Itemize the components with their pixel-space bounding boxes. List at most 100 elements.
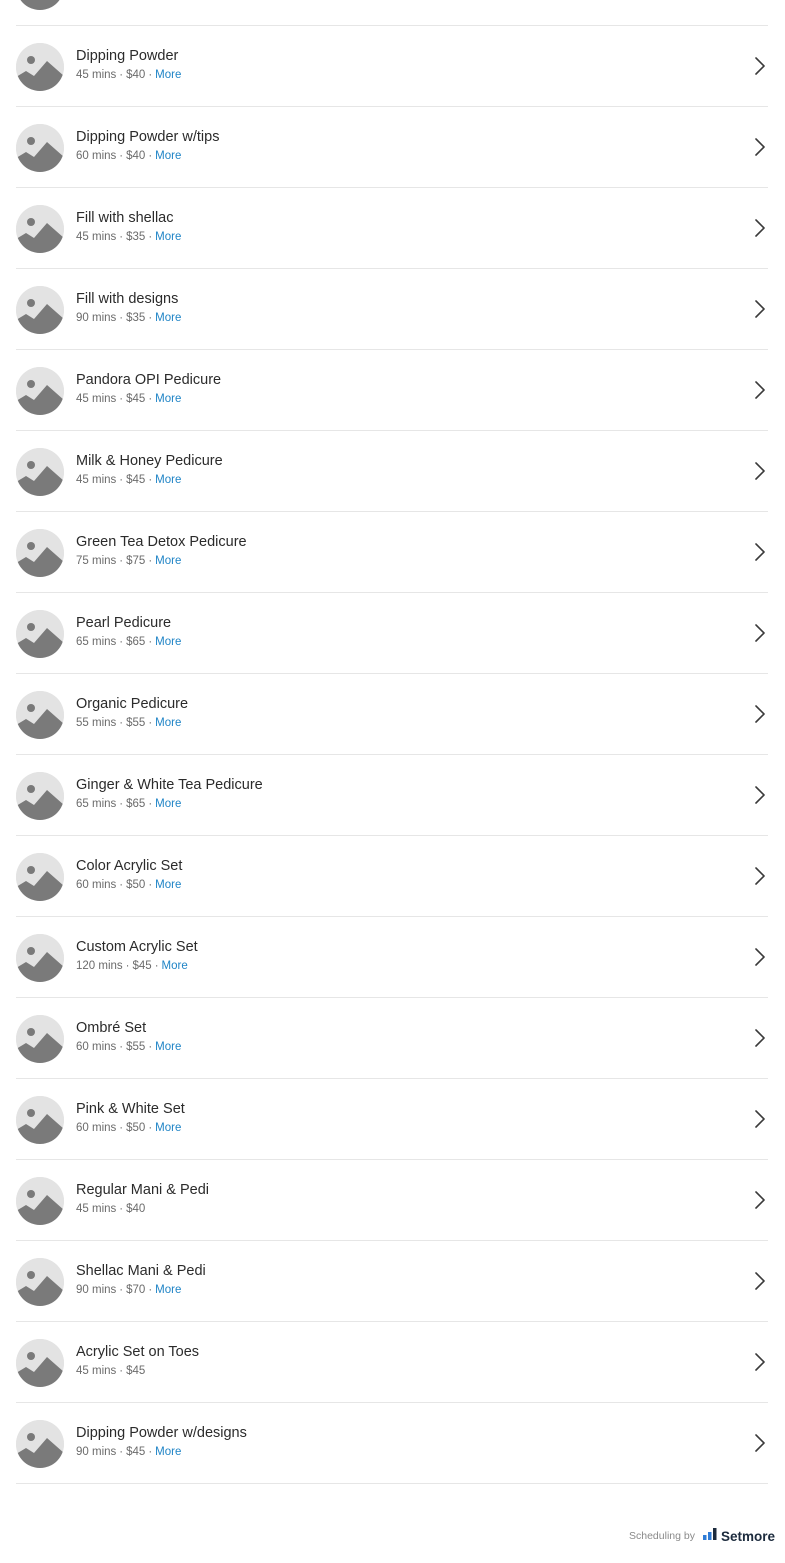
more-link[interactable]: More (155, 231, 181, 243)
more-link[interactable]: More (155, 1446, 181, 1458)
more-link[interactable]: More (155, 1284, 181, 1296)
more-link[interactable]: More (162, 960, 188, 972)
service-meta: 45 mins · $35 · More (76, 230, 181, 244)
more-link[interactable]: More (155, 393, 181, 405)
more-link[interactable]: More (155, 1122, 181, 1134)
chevron-right-icon[interactable] (754, 1190, 766, 1210)
more-link[interactable]: More (155, 69, 181, 81)
service-text: Regular Mani & Pedi 45 mins · $40 (76, 1181, 209, 1216)
chevron-right-icon[interactable] (754, 623, 766, 643)
service-price: $75 (126, 555, 146, 567)
chevron-right-icon[interactable] (754, 56, 766, 76)
chevron-right-icon[interactable] (754, 299, 766, 319)
image-placeholder-icon (16, 43, 64, 91)
chevron-right-icon[interactable] (754, 542, 766, 562)
service-row[interactable]: Color Acrylic Set 60 mins · $50 · More (16, 836, 768, 917)
service-row[interactable]: Acrylic Set on Toes 45 mins · $45 (16, 1322, 768, 1403)
meta-separator: · (154, 960, 159, 972)
setmore-brand-link[interactable]: Setmore (702, 1527, 775, 1545)
more-link[interactable]: More (155, 312, 181, 324)
service-meta: 90 mins · $70 · More (76, 1283, 206, 1297)
service-text: Dipping Powder w/designs 90 mins · $45 · More (76, 1424, 247, 1459)
chevron-right-icon[interactable] (754, 1352, 766, 1372)
service-text: Dipping Powder w/tips 60 mins · $40 · More (76, 128, 219, 163)
service-row[interactable]: Regular Mani & Pedi 45 mins · $40 (16, 1160, 768, 1241)
meta-separator: · (119, 1446, 124, 1458)
service-row[interactable]: Custom Acrylic Set 120 mins · $45 · More (16, 917, 768, 998)
service-row[interactable]: Milk & Honey Pedicure 45 mins · $45 · More (16, 431, 768, 512)
more-link[interactable]: More (155, 636, 181, 648)
service-price: $35 (126, 312, 146, 324)
chevron-right-icon[interactable] (754, 218, 766, 238)
meta-separator: · (119, 474, 124, 486)
service-row[interactable]: Dipping Powder w/designs 90 mins · $45 · More (16, 1403, 768, 1484)
chevron-right-icon[interactable] (754, 137, 766, 157)
meta-separator: · (119, 636, 124, 648)
service-row[interactable]: Pink & White Set 60 mins · $50 · More (16, 1079, 768, 1160)
footer-label: Scheduling by (629, 1530, 695, 1542)
service-name: Regular Mani & Pedi (76, 1182, 209, 1198)
service-row[interactable]: Dipping Powder 45 mins · $40 · More (16, 26, 768, 107)
meta-separator: · (148, 717, 153, 729)
service-row[interactable]: 55 mins·$35·More (16, 0, 768, 26)
service-row[interactable]: Shellac Mani & Pedi 90 mins · $70 · More (16, 1241, 768, 1322)
chevron-right-icon[interactable] (754, 380, 766, 400)
more-link[interactable]: More (155, 474, 181, 486)
service-name: Dipping Powder (76, 48, 179, 64)
more-link[interactable]: More (155, 717, 181, 729)
service-text: Pearl Pedicure 65 mins · $65 · More (76, 614, 181, 649)
service-row[interactable]: Dipping Powder w/tips 60 mins · $40 · More (16, 107, 768, 188)
footer: Scheduling by Setmore (629, 1526, 775, 1546)
chevron-right-icon[interactable] (754, 866, 766, 886)
service-row[interactable]: Pearl Pedicure 65 mins · $65 · More (16, 593, 768, 674)
service-name: Dipping Powder w/tips (76, 129, 220, 145)
service-row[interactable]: Fill with designs 90 mins · $35 · More (16, 269, 768, 350)
image-placeholder-icon (16, 691, 64, 739)
service-name: Organic Pedicure (76, 696, 189, 712)
service-duration: 60 mins (76, 1122, 117, 1134)
chevron-right-icon[interactable] (754, 1271, 766, 1291)
service-row[interactable]: Ginger & White Tea Pedicure 65 mins · $65 · M… (16, 755, 768, 836)
chevron-right-icon[interactable] (754, 785, 766, 805)
more-link[interactable]: More (155, 879, 181, 891)
more-link[interactable]: More (155, 150, 181, 162)
chevron-right-icon[interactable] (754, 704, 766, 724)
service-duration: 45 mins (76, 1365, 117, 1377)
service-price: $55 (126, 717, 146, 729)
image-placeholder-icon (16, 1339, 64, 1387)
chevron-right-icon[interactable] (754, 1109, 766, 1129)
service-text: Fill with designs 90 mins · $35 · More (76, 290, 181, 325)
service-price: $65 (126, 798, 146, 810)
chevron-right-icon[interactable] (754, 1028, 766, 1048)
chevron-right-icon[interactable] (754, 461, 766, 481)
meta-separator: · (119, 798, 124, 810)
service-name: Shellac Mani & Pedi (76, 1263, 206, 1279)
service-duration: 55 mins (76, 717, 117, 729)
meta-separator: · (119, 1365, 124, 1377)
service-price: $65 (126, 636, 146, 648)
service-meta: 55 mins · $55 · More (76, 716, 188, 730)
meta-separator: · (148, 474, 153, 486)
meta-separator: · (119, 555, 124, 567)
service-meta: 45 mins · $45 (76, 1364, 199, 1378)
service-row[interactable]: Ombré Set 60 mins · $55 · More (16, 998, 768, 1079)
image-placeholder-icon (16, 367, 64, 415)
service-name: Fill with designs (76, 291, 179, 307)
service-meta: 60 mins · $55 · More (76, 1040, 181, 1054)
service-row[interactable]: Fill with shellac 45 mins · $35 · More (16, 188, 768, 269)
service-row[interactable]: Organic Pedicure 55 mins · $55 · More (16, 674, 768, 755)
chevron-right-icon[interactable] (754, 1433, 766, 1453)
more-link[interactable]: More (155, 555, 181, 567)
more-link[interactable]: More (155, 1041, 181, 1053)
meta-separator: · (148, 1446, 153, 1458)
service-meta: 45 mins · $40 · More (76, 68, 181, 82)
image-placeholder-icon (16, 529, 64, 577)
service-text: Shellac Mani & Pedi 90 mins · $70 · More (76, 1262, 206, 1297)
service-row[interactable]: Pandora OPI Pedicure 45 mins · $45 · More (16, 350, 768, 431)
more-link[interactable]: More (155, 798, 181, 810)
meta-separator: · (148, 1284, 153, 1296)
meta-separator: · (119, 1122, 124, 1134)
service-row[interactable]: Green Tea Detox Pedicure 75 mins · $75 · More (16, 512, 768, 593)
chevron-right-icon[interactable] (754, 947, 766, 967)
service-name: Pandora OPI Pedicure (76, 372, 222, 388)
